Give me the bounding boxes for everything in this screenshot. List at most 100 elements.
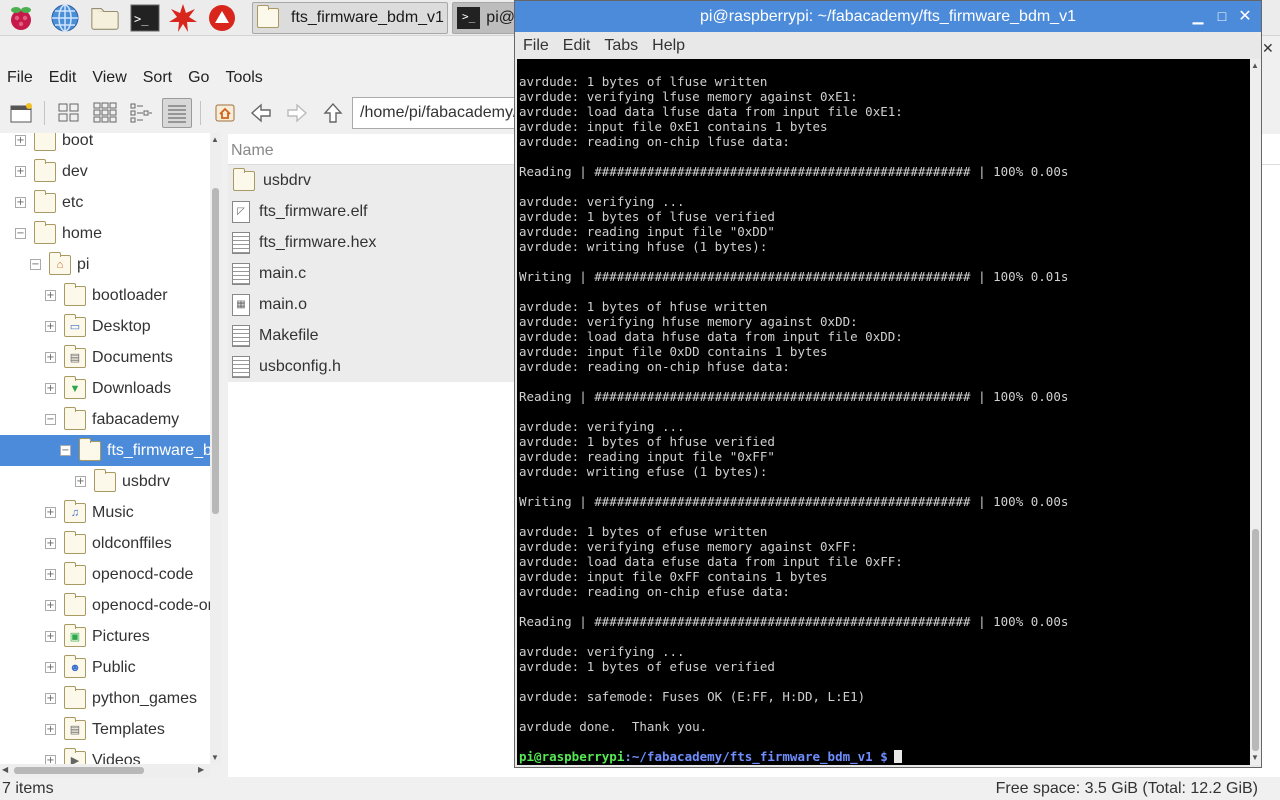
tree-item-downloads[interactable]: + ▼ Downloads (0, 373, 210, 404)
menu-tabs[interactable]: Tabs (604, 37, 638, 55)
tree-item-desktop[interactable]: + ▭ Desktop (0, 311, 210, 342)
expand-icon[interactable]: + (45, 662, 56, 673)
file-row[interactable]: usbdrv (228, 165, 518, 196)
shell-prompt[interactable]: pi@raspberrypi:~/fabacademy/fts_firmware… (519, 749, 902, 764)
folder-icon (64, 592, 86, 616)
browser-icon[interactable] (50, 3, 80, 33)
compact-view-icon[interactable] (126, 98, 156, 128)
collapse-icon[interactable]: − (30, 259, 41, 270)
tree-item-etc[interactable]: + etc (0, 187, 210, 218)
tree-item-fts-firmware-bdm-v1[interactable]: − fts_firmware_bdm_v1 (0, 435, 210, 466)
tree-item-music[interactable]: + ♫ Music (0, 497, 210, 528)
tree-item-fabacademy[interactable]: − fabacademy (0, 404, 210, 435)
tree-item-public[interactable]: + ☻ Public (0, 652, 210, 683)
tree-item-openocd-code[interactable]: + openocd-code (0, 559, 210, 590)
menu-edit[interactable]: Edit (49, 69, 77, 87)
tree-vertical-scrollbar[interactable]: ▲ ▼ (210, 133, 221, 765)
tree-item-pictures[interactable]: + ▣ Pictures (0, 621, 210, 652)
tree-item-oldconffiles[interactable]: + oldconffiles (0, 528, 210, 559)
tree-horizontal-scrollbar[interactable]: ◀ ▶ (0, 764, 210, 777)
menu-go[interactable]: Go (188, 69, 209, 87)
close-icon[interactable]: ✕ (1262, 40, 1274, 57)
expand-icon[interactable]: + (45, 321, 56, 332)
expand-icon[interactable]: + (45, 693, 56, 704)
wolfram-icon[interactable] (207, 3, 237, 33)
icon-view-icon[interactable] (54, 98, 84, 128)
expand-icon[interactable]: + (15, 135, 26, 146)
close-icon[interactable]: ✕ (1236, 7, 1254, 25)
thumbnail-view-icon[interactable] (90, 98, 120, 128)
expand-icon[interactable]: + (15, 197, 26, 208)
scroll-right-icon[interactable]: ▶ (198, 765, 204, 774)
expand-icon[interactable]: + (75, 476, 86, 487)
task-button-terminal[interactable]: >_ pi@ (452, 2, 516, 34)
tree-item-home[interactable]: − home (0, 218, 210, 249)
text-cursor (893, 750, 902, 763)
terminal-scrollbar[interactable]: ▲ ▼ (1250, 59, 1261, 765)
tree-item-usbdrv[interactable]: + usbdrv (0, 466, 210, 497)
tree-item-bootloader[interactable]: + bootloader (0, 280, 210, 311)
expand-icon[interactable]: + (45, 352, 56, 363)
up-arrow-icon[interactable] (318, 98, 348, 128)
expand-icon[interactable]: + (45, 507, 56, 518)
tree-item-templates[interactable]: + ▤ Templates (0, 714, 210, 745)
menu-file[interactable]: File (523, 37, 549, 55)
tree-item-pi[interactable]: − ⌂ pi (0, 249, 210, 280)
tree-scroll-thumb[interactable] (212, 188, 219, 514)
scroll-up-icon[interactable]: ▲ (211, 135, 219, 144)
collapse-icon[interactable]: − (60, 445, 71, 456)
terminal-output[interactable]: avrdude: 1 bytes of lfuse written avrdude… (517, 59, 1250, 765)
home-icon[interactable] (210, 98, 240, 128)
back-arrow-icon[interactable] (246, 98, 276, 128)
terminal-scroll-thumb[interactable] (1252, 529, 1259, 751)
expand-icon[interactable]: + (45, 724, 56, 735)
terminal-titlebar[interactable]: pi@raspberrypi: ~/fabacademy/fts_firmwar… (515, 1, 1261, 32)
scroll-down-icon[interactable]: ▼ (1251, 753, 1259, 762)
expand-icon[interactable]: + (15, 166, 26, 177)
file-manager-icon[interactable] (90, 3, 120, 33)
tree-item-dev[interactable]: + dev (0, 156, 210, 187)
file-name: fts_firmware.hex (259, 233, 377, 251)
tree-item-openocd-code-orig[interactable]: + openocd-code-orig (0, 590, 210, 621)
expand-icon[interactable]: + (45, 569, 56, 580)
collapse-icon[interactable]: − (45, 414, 56, 425)
tree-item-python-games[interactable]: + python_games (0, 683, 210, 714)
file-row[interactable]: usbconfig.h (228, 351, 518, 382)
task-button-file-manager[interactable]: fts_firmware_bdm_v1 (252, 2, 448, 34)
forward-arrow-icon[interactable] (282, 98, 312, 128)
file-row[interactable]: fts_firmware.hex (228, 227, 518, 258)
list-view-icon[interactable] (162, 98, 192, 128)
raspberry-menu-icon[interactable] (6, 3, 36, 33)
new-window-icon[interactable] (7, 98, 37, 128)
file-row[interactable]: main.c (228, 258, 518, 289)
menu-view[interactable]: View (92, 69, 126, 87)
menu-help[interactable]: Help (652, 37, 685, 55)
terminal-line: avrdude: verifying efuse memory against … (519, 539, 858, 554)
expand-icon[interactable]: + (45, 600, 56, 611)
menu-sort[interactable]: Sort (143, 69, 172, 87)
mathematica-icon[interactable] (168, 3, 198, 33)
expand-icon[interactable]: + (45, 290, 56, 301)
tree-item-documents[interactable]: + ▤ Documents (0, 342, 210, 373)
file-row[interactable]: Makefile (228, 320, 518, 351)
menu-edit[interactable]: Edit (563, 37, 591, 55)
task-label: fts_firmware_bdm_v1 (291, 9, 444, 26)
tree-item-videos[interactable]: + ▶ Videos (0, 745, 210, 765)
minimize-icon[interactable]: ▁ (1189, 7, 1207, 25)
expand-icon[interactable]: + (45, 538, 56, 549)
menu-tools[interactable]: Tools (225, 69, 262, 87)
maximize-icon[interactable]: □ (1213, 7, 1231, 25)
expand-icon[interactable]: + (45, 383, 56, 394)
scroll-left-icon[interactable]: ◀ (2, 765, 8, 774)
menu-file[interactable]: File (7, 69, 33, 87)
expand-icon[interactable]: + (45, 631, 56, 642)
tree-item-boot[interactable]: + boot (0, 133, 210, 156)
scroll-up-icon[interactable]: ▲ (1251, 61, 1259, 70)
collapse-icon[interactable]: − (15, 228, 26, 239)
terminal-icon[interactable]: >_ (130, 3, 160, 33)
tree-hscroll-thumb[interactable] (14, 767, 144, 774)
scroll-down-icon[interactable]: ▼ (211, 753, 219, 762)
file-row[interactable]: ▦ main.o (228, 289, 518, 320)
file-row[interactable]: ◸ fts_firmware.elf (228, 196, 518, 227)
